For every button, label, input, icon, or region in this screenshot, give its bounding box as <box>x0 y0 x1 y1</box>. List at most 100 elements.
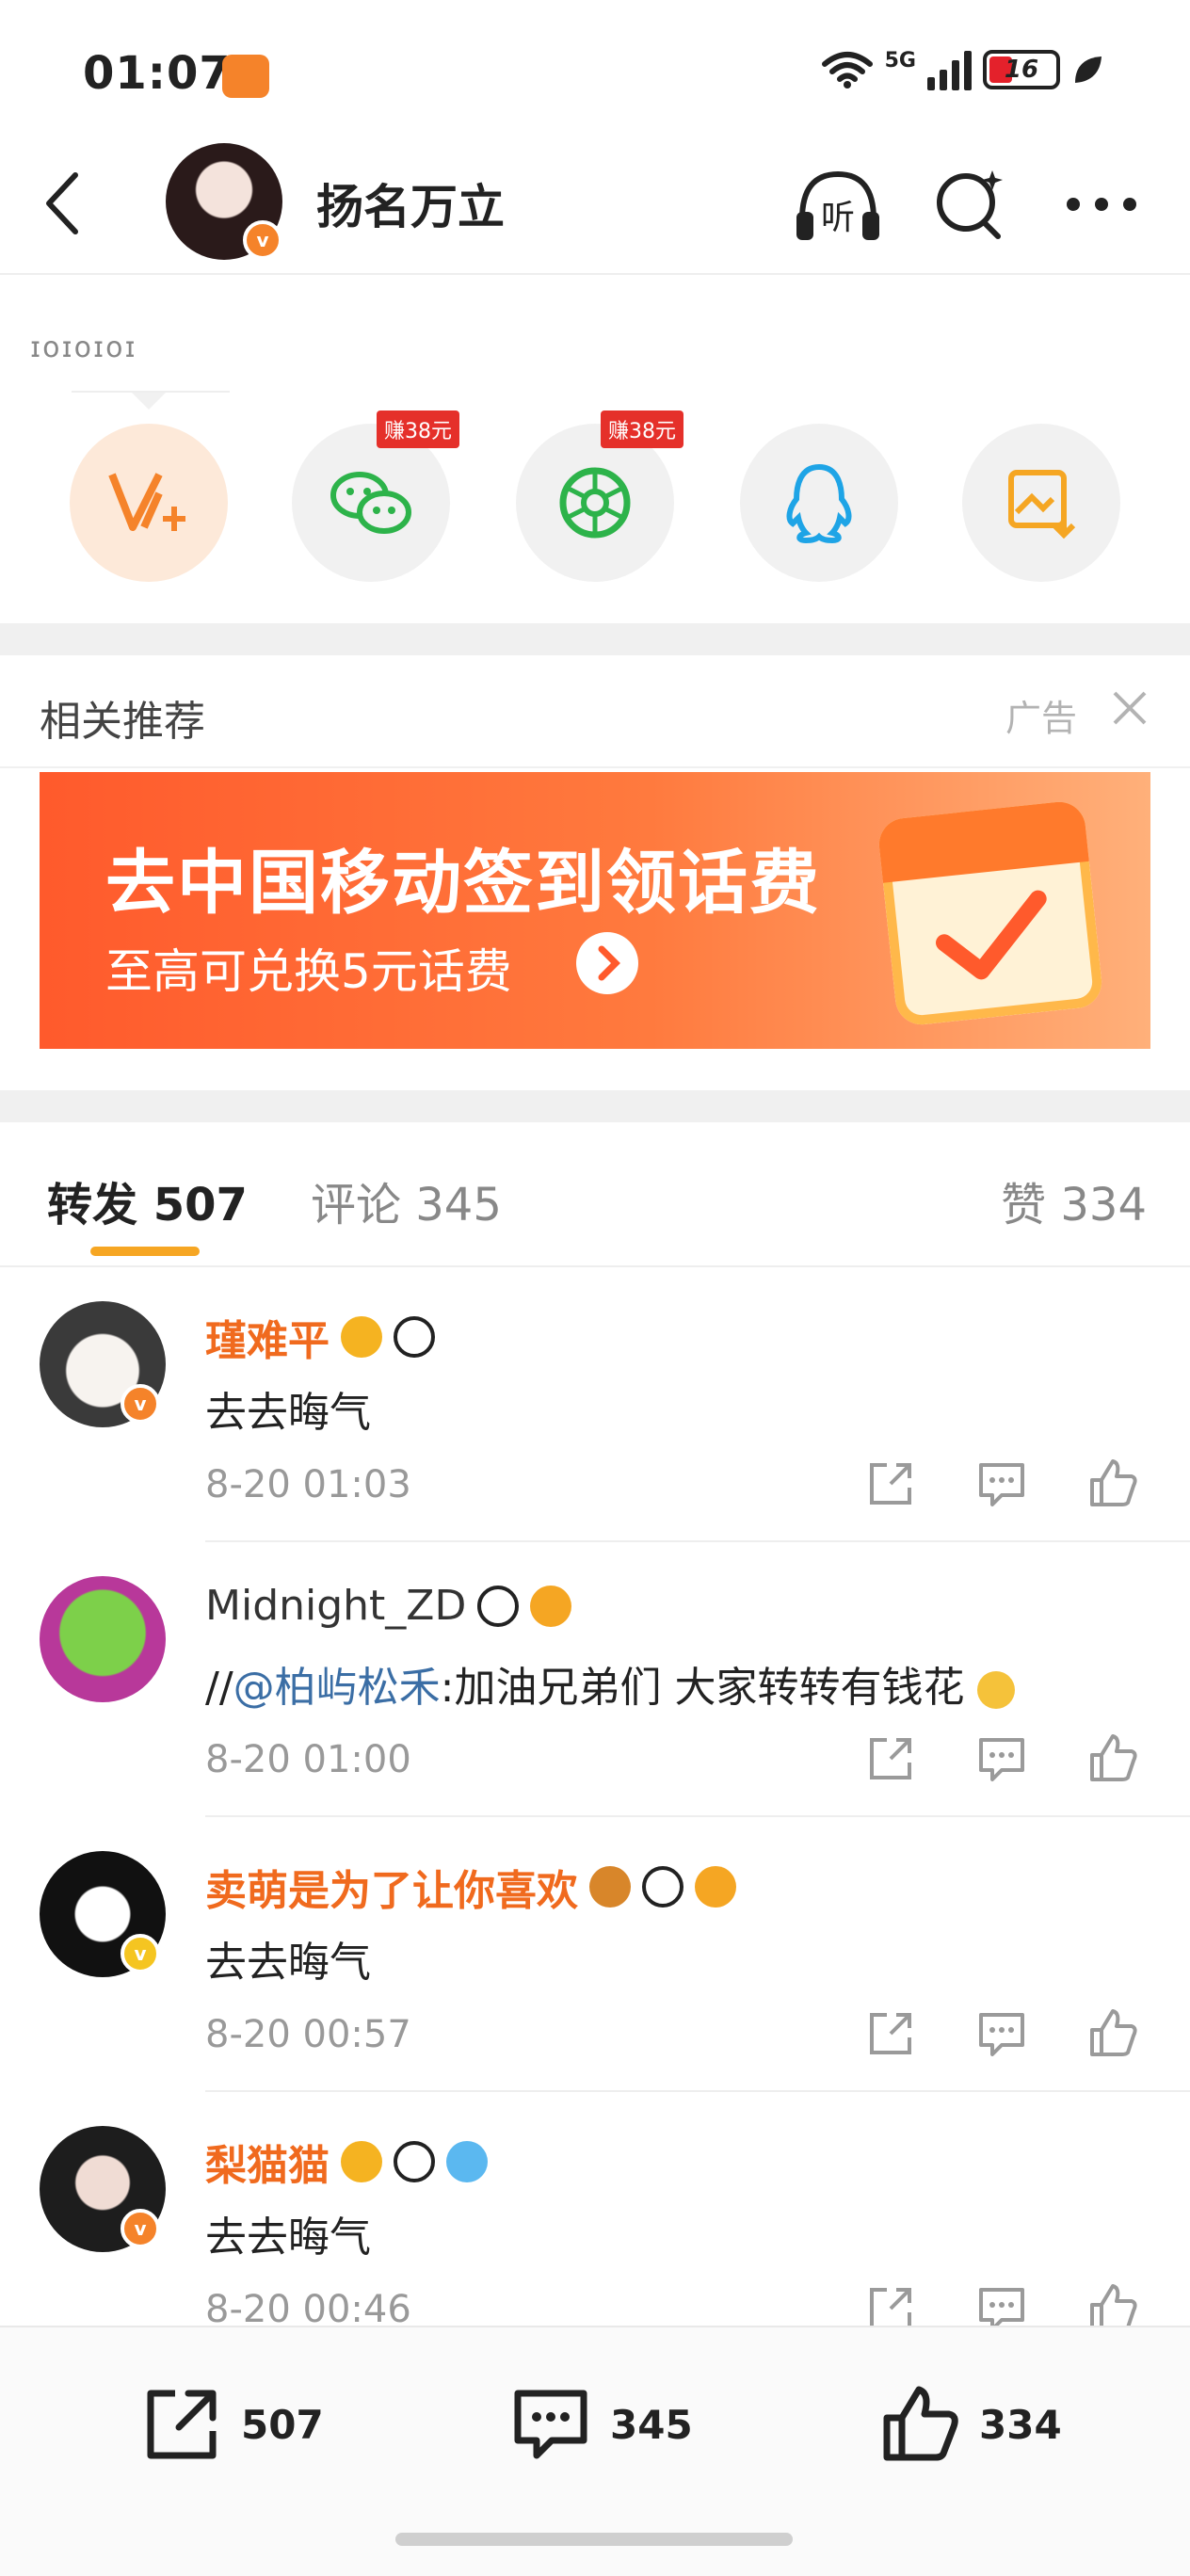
comment-button[interactable] <box>973 1456 1030 1512</box>
like-button[interactable] <box>1085 1731 1141 1787</box>
share-icon <box>147 2390 217 2459</box>
comment-button[interactable] <box>973 2005 1030 2062</box>
comment-icon <box>979 2013 1024 2056</box>
share-qq-button[interactable] <box>740 424 898 582</box>
repost-button[interactable] <box>862 1456 919 1512</box>
nerd-emoji-icon <box>977 1671 1016 1709</box>
comment-text: //@柏屿松禾:加油兄弟们 大家转转有钱花 <box>205 1653 1016 1714</box>
author-name: 瑾难平 <box>205 1317 330 1365</box>
list-item: v 卖萌是为了让你喜欢 去去晦气 8-20 00:57 <box>0 1817 1190 2092</box>
listen-button[interactable]: 听 <box>791 162 885 247</box>
mention-link[interactable]: @柏屿松禾 <box>233 1664 441 1712</box>
thumbs-up-icon <box>883 2386 958 2461</box>
save-image-button[interactable] <box>962 424 1120 582</box>
comment-body: :加油兄弟们 大家转转有钱花 <box>440 1664 965 1712</box>
bottom-like-button[interactable]: 334 <box>877 2382 1062 2467</box>
share-wechat-button[interactable]: 赚38元 <box>292 411 459 582</box>
more-button[interactable] <box>1054 162 1149 247</box>
search-button[interactable] <box>923 162 1017 247</box>
fish-badge-icon <box>530 1585 572 1627</box>
ad-arrow-button[interactable] <box>576 932 638 994</box>
active-tab-indicator <box>90 1247 200 1256</box>
ad-label: 广告 <box>1005 698 1077 739</box>
repost-button[interactable] <box>862 2005 919 2062</box>
ad-banner[interactable]: 去中国移动签到领话费 至高可兑换5元话费 <box>40 772 1150 1049</box>
comment-count: 345 <box>610 2401 693 2448</box>
related-recommend-title: 相关推荐 <box>40 698 205 746</box>
share-panel: ɪoɪoɪoɪ 赚38元 赚38元 <box>0 275 1190 623</box>
list-item: Midnight_ZD //@柏屿松禾:加油兄弟们 大家转转有钱花 8-20 0… <box>0 1542 1190 1817</box>
screen: 01:07 5G 16 v 扬名万立 听 ɪoɪoɪoɪ 赚38元 赚38元 相… <box>0 0 1190 2576</box>
promo-tag: 赚38元 <box>377 411 459 448</box>
repost-prefix: // <box>205 1664 233 1712</box>
verified-badge: v <box>243 220 282 260</box>
share-vplus-button[interactable] <box>70 424 228 582</box>
thumbs-up-icon <box>1090 2009 1137 2056</box>
bottom-repost-button[interactable]: 507 <box>139 2382 324 2467</box>
thumbs-up-icon <box>1090 1459 1137 1506</box>
close-icon <box>1113 691 1147 725</box>
calendar-illustration <box>876 799 1104 1027</box>
wechat-icon <box>330 472 411 534</box>
share-icon <box>870 1738 911 1779</box>
fish-badge-icon <box>695 1866 736 1908</box>
comment-icon <box>979 1463 1024 1506</box>
bottom-comment-button[interactable]: 345 <box>508 2382 693 2467</box>
search-icon <box>937 170 1003 239</box>
like-count: 334 <box>979 2401 1062 2448</box>
crown-badge-icon <box>341 1316 382 1358</box>
engagement-tabs: 转发 507 评论 345 赞 334 <box>0 1122 1190 1267</box>
battery-icon: 16 <box>983 50 1060 89</box>
panda-badge-icon <box>477 1585 520 1627</box>
avatar[interactable] <box>40 1576 166 1702</box>
author-name: Midnight_ZD <box>205 1582 467 1630</box>
check-icon <box>936 890 1047 980</box>
top-nav: v 扬名万立 听 <box>0 141 1190 275</box>
comment-button[interactable] <box>973 1731 1030 1787</box>
ad-subline: 至高可兑换5元话费 <box>105 944 512 999</box>
panda-badge-icon <box>394 2141 435 2182</box>
svg-text:听: 听 <box>821 199 855 237</box>
like-button[interactable] <box>1085 1456 1141 1512</box>
status-indicators: 5G 16 <box>821 49 1105 90</box>
comment-icon <box>979 1738 1024 1781</box>
home-indicator[interactable] <box>395 2533 793 2546</box>
author-name: 卖萌是为了让你喜欢 <box>205 1867 578 1915</box>
comment-author[interactable]: 梨猫猫 <box>205 2132 488 2192</box>
tiny-caption: ɪoɪoɪoɪ <box>30 331 137 364</box>
comment-time: 8-20 00:57 <box>205 2013 411 2056</box>
thumbs-up-icon <box>1090 1734 1137 1781</box>
repost-button[interactable] <box>862 1731 919 1787</box>
ad-headline: 去中国移动签到领话费 <box>105 843 821 924</box>
comment-author[interactable]: 卖萌是为了让你喜欢 <box>205 1857 736 1917</box>
list-item: v 瑾难平 去去晦气 8-20 01:03 <box>0 1267 1190 1542</box>
comment-text: 去去晦气 <box>205 1939 371 1987</box>
share-icon <box>870 1463 911 1505</box>
wifi-icon <box>821 52 873 89</box>
app-notification-icon <box>222 55 269 98</box>
comment-author[interactable]: 瑾难平 <box>205 1307 435 1367</box>
back-button[interactable] <box>38 166 94 241</box>
status-time: 01:07 <box>83 47 232 100</box>
verified-badge: v <box>121 2209 160 2248</box>
comment-text: 去去晦气 <box>205 1389 371 1437</box>
promo-tag: 赚38元 <box>601 411 683 448</box>
tab-like[interactable]: 赞 334 <box>1001 1167 1147 1233</box>
shark-badge-icon <box>446 2141 488 2182</box>
verified-badge: v <box>121 1384 160 1424</box>
comment-author[interactable]: Midnight_ZD <box>205 1582 572 1630</box>
author-name[interactable]: 扬名万立 <box>316 169 505 237</box>
section-gap <box>0 1090 1190 1122</box>
like-button[interactable] <box>1085 2005 1141 2062</box>
tab-repost[interactable]: 转发 507 <box>47 1167 248 1233</box>
ad-close-button[interactable] <box>1107 685 1152 731</box>
chevron-right-icon <box>598 945 620 981</box>
related-recommend-header: 相关推荐 广告 <box>0 655 1190 768</box>
share-moments-button[interactable]: 赚38元 <box>516 411 683 582</box>
tab-comment[interactable]: 评论 345 <box>311 1167 502 1233</box>
aperture-icon <box>559 467 631 539</box>
battery-level: 16 <box>1004 56 1039 84</box>
network-type: 5G <box>884 49 916 72</box>
more-icon <box>1067 198 1136 211</box>
author-name: 梨猫猫 <box>205 2142 330 2190</box>
